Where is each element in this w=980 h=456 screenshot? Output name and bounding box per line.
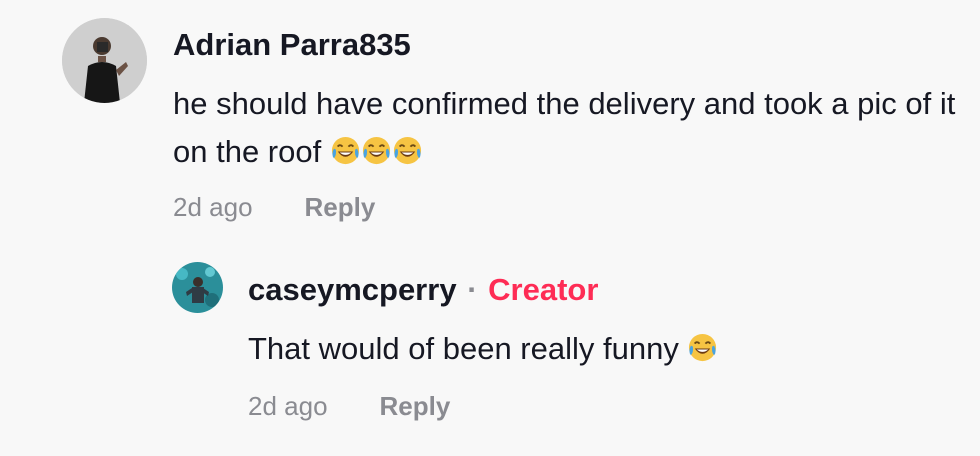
separator-dot: · [467, 272, 478, 307]
reply-text-body: That would of been really funny [248, 331, 679, 366]
face-with-tears-of-joy-icon [361, 135, 392, 166]
reply-avatar[interactable] [172, 262, 223, 313]
comment-username[interactable]: Adrian Parra835 [173, 27, 411, 63]
creator-badge: Creator [488, 272, 599, 307]
comment-text: he should have confirmed the delivery an… [173, 80, 963, 176]
face-with-tears-of-joy-icon [392, 135, 423, 166]
reply-text: That would of been really funny [248, 325, 948, 373]
comment-timestamp: 2d ago [173, 192, 253, 222]
comment-thread: Adrian Parra835 he should have confirmed… [0, 0, 980, 456]
avatar[interactable] [62, 18, 147, 103]
comment-text-body: he should have confirmed the delivery an… [173, 86, 956, 169]
comment-meta: 2d ago Reply [173, 192, 375, 222]
reply-timestamp: 2d ago [248, 391, 328, 421]
reply-button[interactable]: Reply [380, 391, 451, 421]
reply-username[interactable]: caseymcperry [248, 272, 457, 307]
user-photo-icon [172, 262, 223, 313]
reply-button[interactable]: Reply [305, 192, 376, 222]
face-with-tears-of-joy-icon [330, 135, 361, 166]
reply-header: caseymcperry · Creator [248, 272, 598, 308]
user-photo-icon [62, 18, 147, 103]
face-with-tears-of-joy-icon [687, 332, 718, 363]
reply-meta: 2d ago Reply [248, 391, 450, 421]
